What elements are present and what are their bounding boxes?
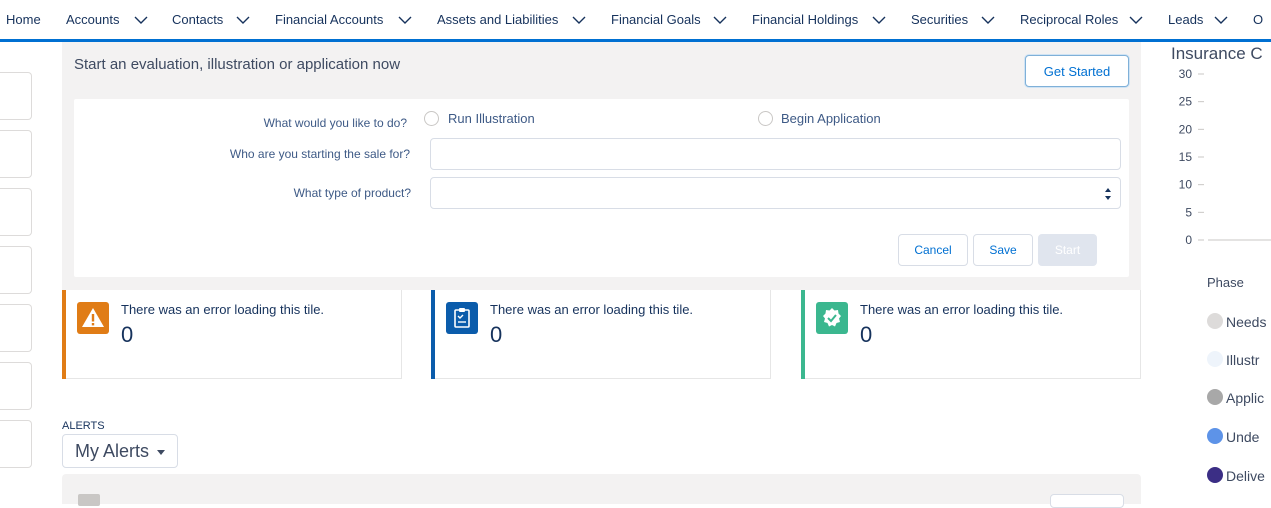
y-tick-label: 20: [1179, 122, 1193, 136]
y-tick-label: 5: [1185, 205, 1192, 219]
warning-icon: [77, 302, 109, 334]
tile-error-message: There was an error loading this tile.: [860, 302, 1064, 317]
chevron-down-icon[interactable]: [133, 14, 149, 26]
y-tick-label: 25: [1179, 95, 1193, 109]
tile-count: 0: [490, 322, 503, 347]
metric-tile: There was an error loading this tile. 0: [801, 290, 1141, 379]
legend-label: Illustr: [1226, 352, 1260, 368]
legend-dot: [1207, 351, 1223, 367]
legend-label: Needs: [1226, 314, 1267, 330]
nav-item-leads[interactable]: Leads: [1168, 12, 1203, 27]
chevron-down-icon[interactable]: [571, 14, 587, 26]
rail-card: [0, 420, 32, 468]
left-rail: [0, 42, 34, 498]
top-navigation: Home Accounts Contacts Financial Account…: [0, 0, 1271, 42]
nav-item-securities[interactable]: Securities: [911, 12, 968, 27]
nav-item-financial-accounts[interactable]: Financial Accounts: [275, 12, 383, 27]
nav-item-reciprocal-roles[interactable]: Reciprocal Roles: [1020, 12, 1118, 27]
y-tick-label: 15: [1179, 150, 1193, 164]
select-arrows-icon: [1105, 188, 1111, 200]
tile-error-message: There was an error loading this tile.: [490, 302, 694, 317]
nav-item-home[interactable]: Home: [6, 12, 41, 27]
badge-check-icon: [816, 302, 848, 334]
chevron-down-icon[interactable]: [871, 14, 887, 26]
chevron-down-icon[interactable]: [1128, 14, 1144, 26]
run-illustration-radio[interactable]: [424, 111, 439, 126]
nav-item-accounts[interactable]: Accounts: [66, 12, 119, 27]
alerts-panel-button[interactable]: [1050, 494, 1124, 508]
rail-card: [0, 246, 32, 294]
my-alerts-label: My Alerts: [75, 440, 150, 461]
legend-dot: [1207, 428, 1223, 444]
tile-accent-bar: [62, 290, 66, 379]
cancel-button[interactable]: Cancel: [898, 234, 968, 266]
save-button[interactable]: Save: [973, 234, 1033, 266]
get-started-button[interactable]: Get Started: [1025, 55, 1129, 87]
alert-icon: [78, 494, 100, 506]
metric-tile: There was an error loading this tile. 0: [62, 290, 402, 379]
tile-count: 0: [860, 322, 873, 347]
tile-accent-bar: [801, 290, 805, 379]
start-sale-card: Start an evaluation, illustration or app…: [62, 42, 1141, 290]
my-alerts-dropdown[interactable]: My Alerts: [62, 434, 178, 468]
who-question-label: Who are you starting the sale for?: [229, 147, 410, 161]
insurance-chart: 30 25 20 15 10 5 0: [1179, 67, 1271, 247]
chart-title: Insurance C: [1171, 44, 1263, 63]
chevron-down-icon[interactable]: [980, 14, 996, 26]
legend-dot: [1207, 467, 1223, 483]
rail-card: [0, 72, 32, 120]
chevron-down-icon[interactable]: [235, 14, 251, 26]
begin-application-radio[interactable]: [758, 111, 773, 126]
nav-item-assets-and-liabilities[interactable]: Assets and Liabilities: [437, 12, 558, 27]
chevron-down-icon[interactable]: [397, 14, 413, 26]
nav-item-financial-holdings[interactable]: Financial Holdings: [752, 12, 858, 27]
metric-tile: There was an error loading this tile. 0: [431, 290, 771, 379]
legend-label: Applic: [1226, 390, 1265, 406]
caret-down-icon: [157, 450, 165, 455]
run-illustration-label[interactable]: Run Illustration: [448, 111, 535, 126]
chevron-down-icon[interactable]: [1213, 14, 1229, 26]
start-button: Start: [1038, 234, 1097, 266]
legend-label: Unde: [1226, 429, 1260, 445]
nav-item-contacts[interactable]: Contacts: [172, 12, 223, 27]
card-title: Start an evaluation, illustration or app…: [74, 56, 401, 73]
alerts-panel: [62, 474, 1141, 508]
legend-label: Delive: [1226, 468, 1265, 484]
rail-card: [0, 304, 32, 352]
legend-dot: [1207, 313, 1223, 329]
rail-card: [0, 130, 32, 178]
y-tick-label: 10: [1179, 178, 1193, 192]
sale-form: What would you like to do? Run Illustrat…: [74, 99, 1129, 277]
y-tick-label: 0: [1185, 233, 1192, 247]
product-question-label: What type of product?: [293, 186, 411, 200]
rail-card: [0, 362, 32, 410]
y-tick-label: 30: [1179, 67, 1193, 81]
tile-accent-bar: [431, 290, 435, 379]
legend-dot: [1207, 389, 1223, 405]
chevron-down-icon[interactable]: [712, 14, 728, 26]
begin-application-label[interactable]: Begin Application: [781, 111, 881, 126]
tile-count: 0: [121, 322, 134, 347]
nav-item-financial-goals[interactable]: Financial Goals: [611, 12, 701, 27]
product-type-select[interactable]: [430, 177, 1121, 209]
rail-card: [0, 188, 32, 236]
legend-title: Phase: [1207, 275, 1244, 290]
clipboard-icon: [446, 302, 478, 334]
nav-item-overflow[interactable]: O: [1253, 12, 1263, 27]
action-question-label: What would you like to do?: [263, 116, 407, 130]
sale-for-input[interactable]: [430, 138, 1121, 170]
alerts-heading: ALERTS: [62, 420, 105, 432]
tile-error-message: There was an error loading this tile.: [121, 302, 325, 317]
